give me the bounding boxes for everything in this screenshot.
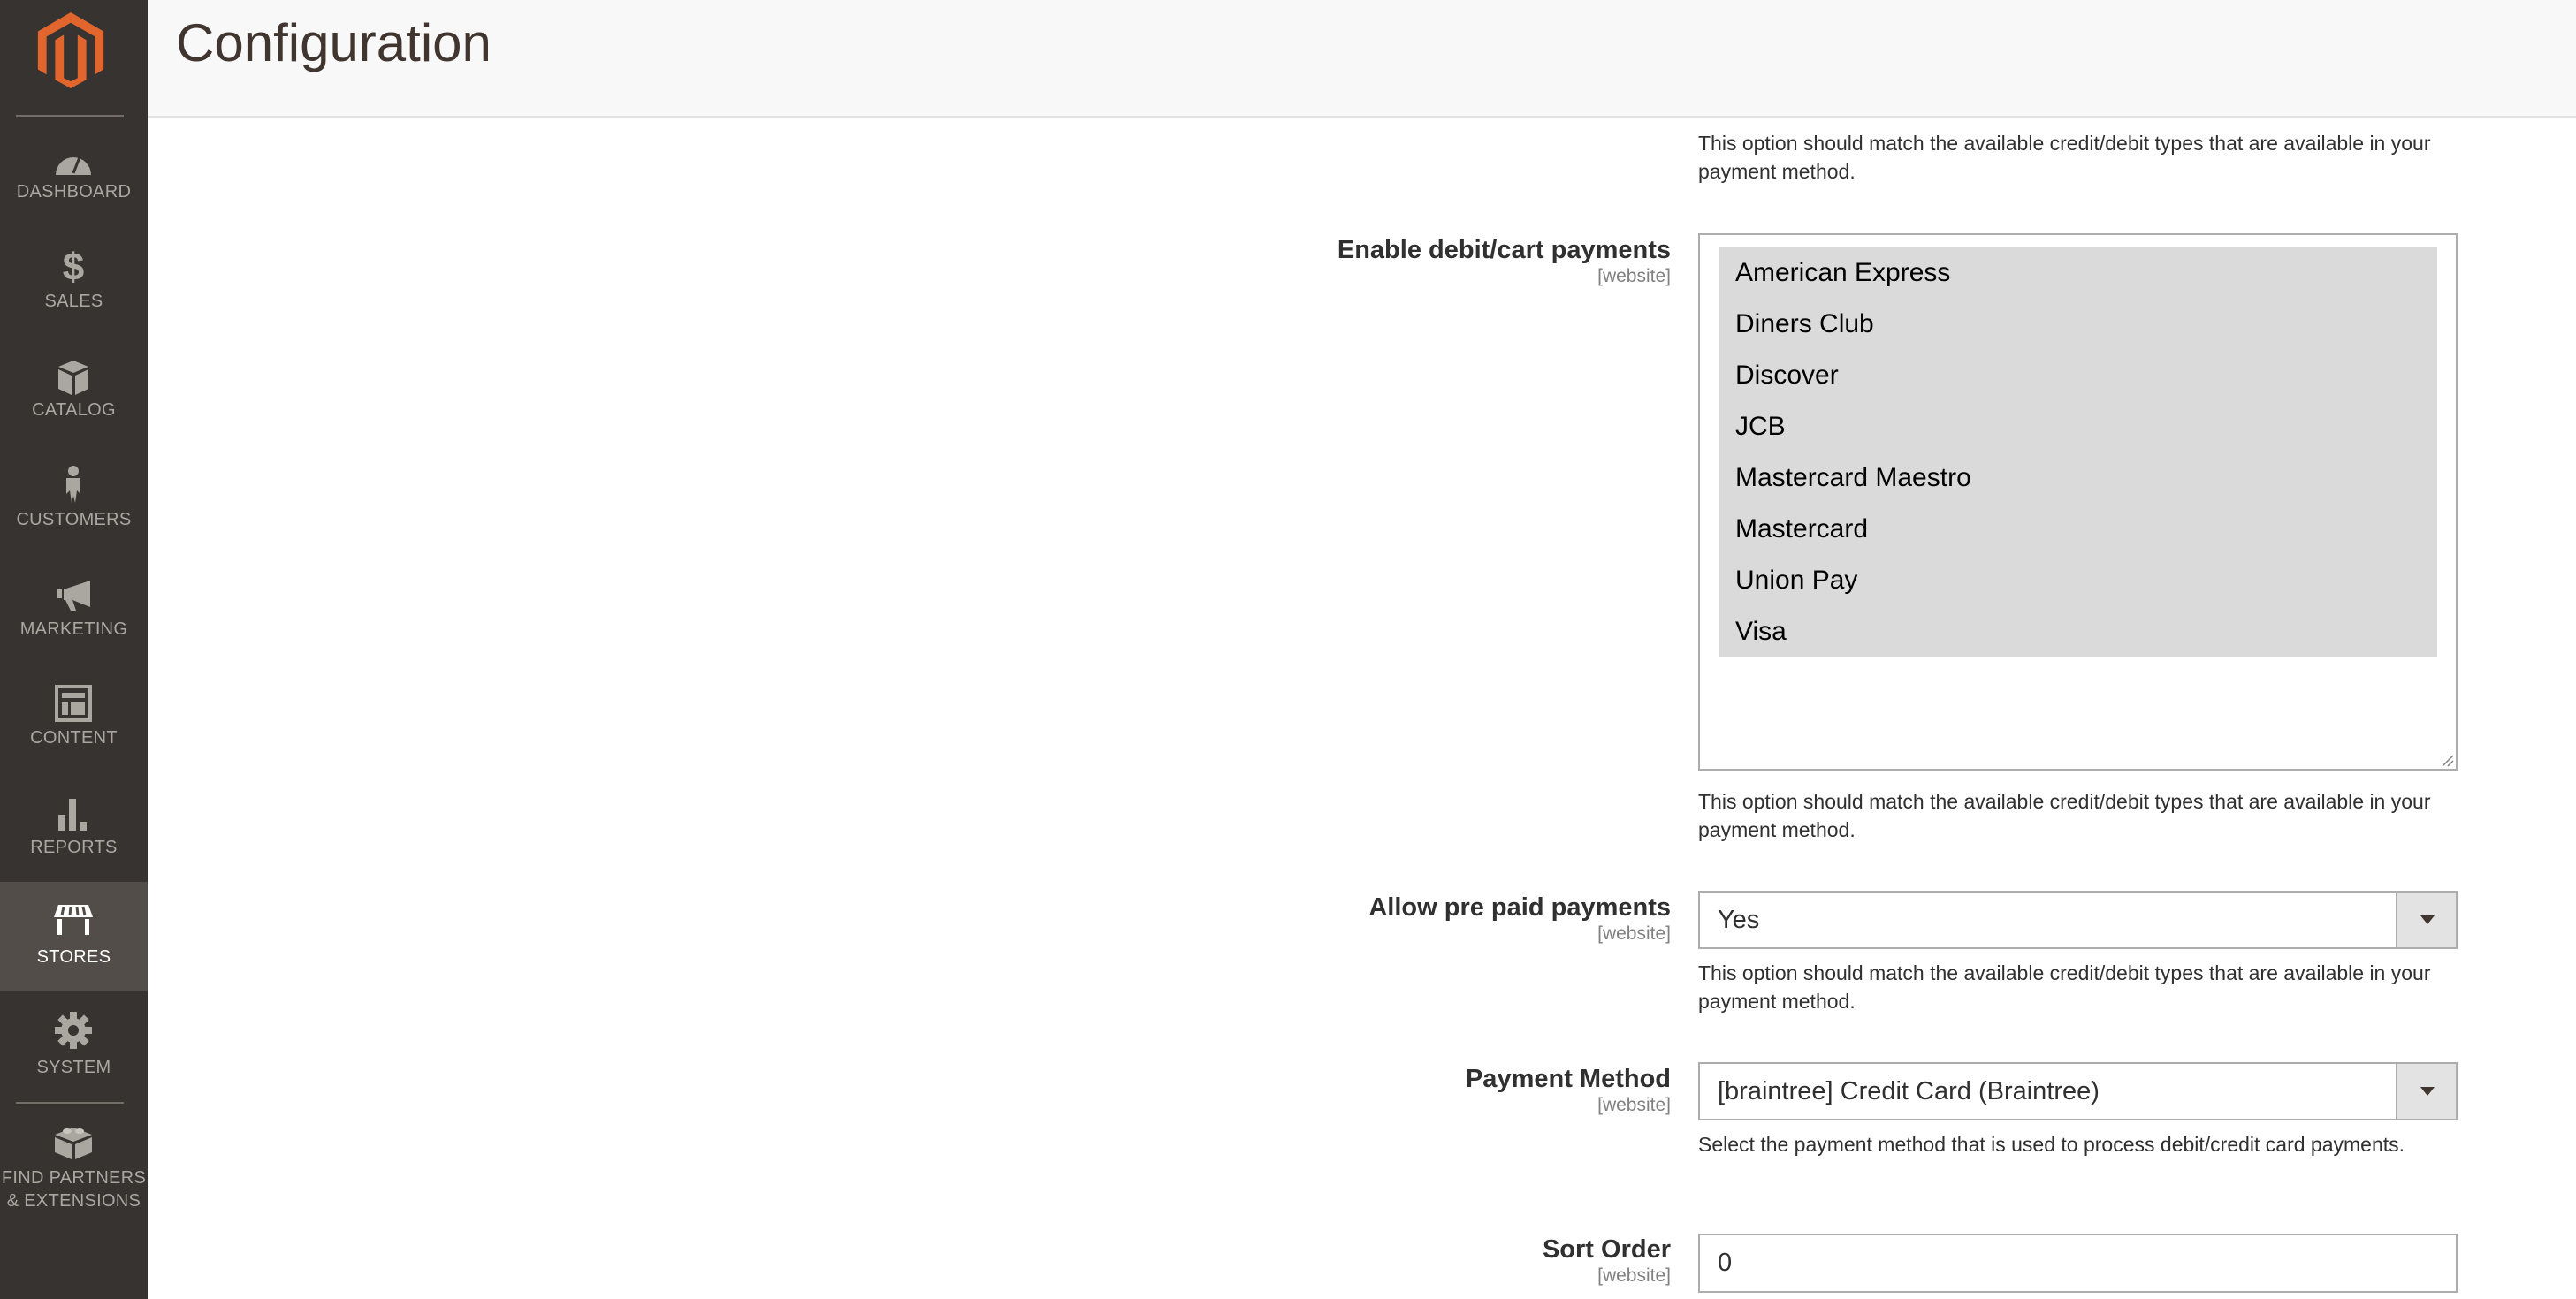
- payment-method-select[interactable]: [braintree] Credit Card (Braintree): [1698, 1062, 2458, 1120]
- sort-order-input[interactable]: 0: [1698, 1234, 2458, 1293]
- page-header: Configuration: [148, 0, 2576, 118]
- scope-label: [website]: [1597, 266, 1671, 286]
- field-help-text: Select the payment method that is used t…: [1698, 1133, 2405, 1156]
- option-diners-club[interactable]: Diners Club: [1719, 299, 2437, 350]
- field-label: Allow pre paid payments: [1368, 893, 1671, 922]
- sidebar-item-label: STORES: [36, 947, 111, 967]
- sidebar-item-label: REPORTS: [30, 838, 118, 857]
- gear-icon: [55, 1012, 92, 1049]
- scope-label: [website]: [1597, 923, 1671, 944]
- sidebar-item-label: & EXTENSIONS: [6, 1191, 141, 1211]
- sidebar-divider: [16, 1102, 124, 1104]
- storefront-icon: [54, 905, 93, 935]
- field-help-text: This option should match the available c…: [1698, 961, 2431, 1013]
- megaphone-icon: [57, 581, 90, 611]
- svg-text:$: $: [63, 246, 84, 285]
- dollar-icon: $: [63, 246, 84, 285]
- option-mastercard[interactable]: Mastercard: [1719, 504, 2437, 555]
- layout-icon: [55, 685, 92, 722]
- scope-label: [website]: [1597, 1095, 1671, 1115]
- allow-prepaid-select[interactable]: Yes: [1698, 891, 2458, 949]
- resize-handle-icon[interactable]: [2440, 753, 2454, 767]
- sidebar-item-label: CUSTOMERS: [16, 510, 132, 529]
- option-visa[interactable]: Visa: [1719, 606, 2437, 657]
- sort-order-label: Sort Order [website]: [1543, 1234, 1671, 1288]
- sidebar-item-content[interactable]: CONTENT: [0, 677, 148, 786]
- sidebar-item-label: MARKETING: [19, 619, 128, 639]
- field-help-text: This option should match the available c…: [1698, 790, 2431, 841]
- option-discover[interactable]: Discover: [1719, 350, 2437, 401]
- sidebar-item-customers[interactable]: CUSTOMERS: [0, 459, 148, 567]
- sidebar: DASHBOARD $ SALES CATALOG CUSTOMERS MARK…: [0, 0, 148, 1299]
- payment-method-label: Payment Method [website]: [1466, 1064, 1671, 1117]
- scope-label: [website]: [1597, 1265, 1671, 1286]
- sidebar-item-system[interactable]: SYSTEM: [0, 1007, 148, 1115]
- sidebar-divider: [16, 115, 124, 117]
- allow-prepaid-label: Allow pre paid payments [website]: [1368, 893, 1671, 946]
- option-jcb[interactable]: JCB: [1719, 401, 2437, 452]
- sidebar-item-label: CATALOG: [32, 400, 116, 420]
- box-icon: [58, 361, 88, 395]
- chevron-down-icon[interactable]: [2396, 1064, 2456, 1119]
- sidebar-item-reports[interactable]: REPORTS: [0, 786, 148, 895]
- option-union-pay[interactable]: Union Pay: [1719, 555, 2437, 606]
- option-american-express[interactable]: American Express: [1719, 247, 2437, 299]
- sidebar-item-dashboard[interactable]: DASHBOARD: [0, 131, 148, 239]
- select-value: [braintree] Credit Card (Braintree): [1718, 1077, 2100, 1105]
- field-help-text: This option should match the available c…: [1698, 132, 2431, 183]
- bar-chart-icon: [58, 799, 87, 831]
- field-label: Payment Method: [1465, 1065, 1671, 1093]
- sidebar-item-sales[interactable]: $ SALES: [0, 240, 148, 349]
- sidebar-item-label: DASHBOARD: [16, 182, 132, 201]
- option-mastercard-maestro[interactable]: Mastercard Maestro: [1719, 452, 2437, 504]
- sidebar-item-find-partners[interactable]: FIND PARTNERS & EXTENSIONS: [0, 1115, 148, 1221]
- sidebar-item-label: SYSTEM: [36, 1058, 111, 1077]
- sidebar-item-label: SALES: [44, 292, 103, 311]
- enable-debit-label: Enable debit/cart payments [website]: [1338, 235, 1671, 288]
- chevron-down-icon[interactable]: [2396, 893, 2456, 947]
- sidebar-item-label: CONTENT: [30, 728, 118, 748]
- field-label: Sort Order: [1542, 1235, 1671, 1264]
- dashboard-icon: [56, 156, 91, 175]
- lego-brick-icon: [55, 1128, 92, 1159]
- input-value: 0: [1718, 1249, 1733, 1277]
- page-title: Configuration: [176, 13, 492, 72]
- sidebar-item-stores[interactable]: STORES: [0, 882, 148, 991]
- select-value: Yes: [1718, 906, 1760, 934]
- sidebar-item-marketing[interactable]: MARKETING: [0, 568, 148, 677]
- magento-logo-icon[interactable]: [35, 12, 106, 88]
- field-label: Enable debit/cart payments: [1337, 236, 1671, 264]
- sidebar-item-catalog[interactable]: CATALOG: [0, 349, 148, 458]
- person-icon: [66, 466, 80, 503]
- enable-debit-multiselect[interactable]: American Express Diners Club Discover JC…: [1698, 233, 2458, 771]
- sidebar-item-label: FIND PARTNERS: [1, 1168, 147, 1188]
